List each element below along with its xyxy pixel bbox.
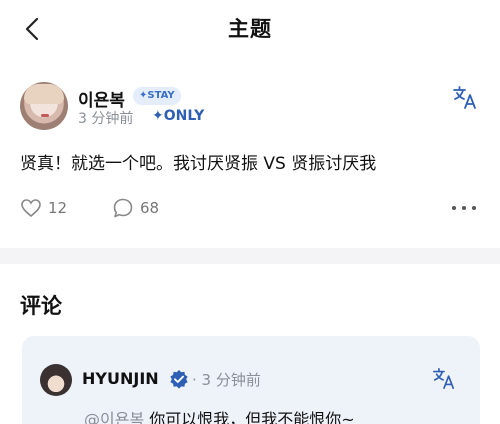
heart-icon xyxy=(21,199,41,218)
comment-body: 你可以恨我，但我不能恨你~ xyxy=(144,410,355,424)
translate-button[interactable] xyxy=(452,84,478,110)
avatar-hair xyxy=(24,84,64,104)
comments-heading: 评论 xyxy=(20,294,62,318)
comment-icon xyxy=(113,198,133,218)
comments-section: 评论 HYUNJIN · 3 分钟前 @이욘복 你可以恨我，但我不能恨你~ xyxy=(0,264,500,424)
translate-icon xyxy=(453,86,476,109)
like-button[interactable]: 12 xyxy=(20,196,67,220)
top-bar: 主题 xyxy=(0,0,500,58)
comment-text: @이욘복 你可以恨我，但我不能恨你~ xyxy=(84,406,355,424)
section-divider xyxy=(0,248,500,264)
comment-time: · 3 分钟前 xyxy=(192,371,261,389)
comment-count: 68 xyxy=(140,199,160,217)
comment-translate-button[interactable] xyxy=(432,366,456,390)
comment-button[interactable]: 68 xyxy=(112,196,159,220)
like-count: 12 xyxy=(48,199,68,217)
translate-icon xyxy=(433,367,455,389)
only-tag: ✦ONLY xyxy=(152,108,205,124)
stay-badge: ✦STAY xyxy=(133,87,181,105)
post-time: 3 分钟前 xyxy=(78,111,134,127)
more-dot-icon xyxy=(472,206,476,210)
more-options-button[interactable] xyxy=(452,200,476,216)
commenter-avatar[interactable] xyxy=(40,364,72,396)
post-card: 이욘복 ✦STAY 3 分钟前 ✦ONLY 贤真！就选一个吧。我讨厌贤振 VS … xyxy=(0,58,500,248)
commenter-name[interactable]: HYUNJIN xyxy=(82,369,159,388)
comment-item[interactable]: HYUNJIN · 3 分钟前 @이욘복 你可以恨我，但我不能恨你~ xyxy=(22,336,480,424)
avatar-lips xyxy=(41,114,49,117)
author-avatar[interactable] xyxy=(20,82,68,130)
post-text: 贤真！就选一个吧。我讨厌贤振 VS 贤振讨厌我 xyxy=(20,154,377,174)
comment-mention[interactable]: @이욘복 xyxy=(84,410,144,424)
verified-icon xyxy=(170,370,188,389)
more-dot-icon xyxy=(452,206,456,210)
page-title: 主题 xyxy=(228,17,272,41)
more-dot-icon xyxy=(462,206,466,210)
